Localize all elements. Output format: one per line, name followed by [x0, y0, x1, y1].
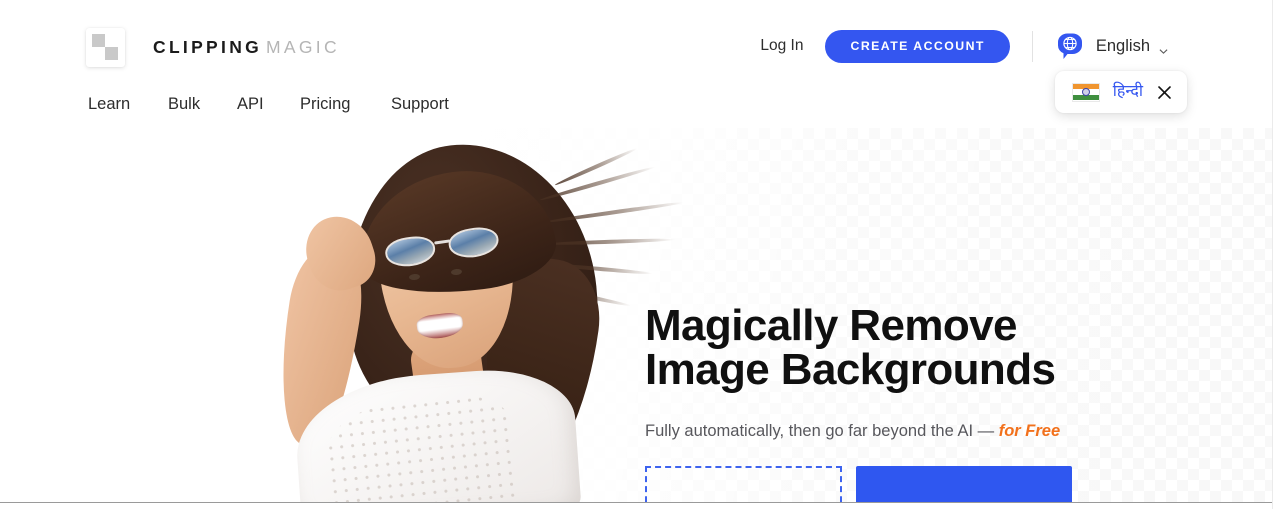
brand-logo[interactable]: CLIPPING MAGIC: [86, 28, 340, 67]
nav-item-learn[interactable]: Learn: [88, 93, 168, 115]
nav-item-pricing[interactable]: Pricing: [300, 93, 391, 115]
nav-item-api[interactable]: API: [237, 93, 300, 115]
nav-item-support[interactable]: Support: [391, 93, 449, 115]
brand-name-secondary: MAGIC: [266, 36, 340, 57]
clipping-magic-landing-page: Magically Remove Image Backgrounds Fully…: [0, 0, 1280, 509]
vertical-scrollbar[interactable]: [1272, 0, 1280, 509]
india-flag-icon: [1071, 82, 1100, 102]
page-bottom-fill: [0, 503, 1280, 509]
chevron-down-icon: [1159, 43, 1168, 54]
sunglasses-lens-left: [383, 233, 438, 270]
page-title: Magically Remove Image Backgrounds: [645, 301, 1056, 394]
create-account-button[interactable]: CREATE ACCOUNT: [825, 29, 1010, 63]
sunglasses-lens-right: [446, 224, 501, 261]
hero-subtitle: Fully automatically, then go far beyond …: [645, 420, 1165, 442]
hero-subtitle-highlight: for Free: [998, 422, 1061, 440]
nav-item-bulk[interactable]: Bulk: [168, 93, 237, 115]
logo-square-top-left: [92, 34, 105, 47]
globe-speech-bubble-icon: [1055, 32, 1085, 61]
login-link[interactable]: Log In: [760, 37, 803, 55]
brand-name-primary: CLIPPING: [153, 36, 263, 57]
language-option-hindi[interactable]: हिन्दी: [1113, 84, 1143, 100]
language-label: English: [1095, 36, 1150, 55]
header-divider: [1031, 30, 1033, 62]
language-suggestion-popup[interactable]: हिन्दी: [1054, 71, 1187, 113]
checkerboard-logo-icon: [86, 28, 125, 67]
upload-image-button[interactable]: UPLOAD IMAGE: [856, 466, 1072, 502]
hero-actions: DRAG IMAGE HERE UPLOAD IMAGE: [645, 466, 1072, 502]
hero-section: Magically Remove Image Backgrounds Fully…: [0, 128, 1272, 502]
ashoka-chakra-icon: [1081, 88, 1090, 96]
logo-square-bottom-right: [105, 47, 118, 60]
main-navigation: Learn Bulk API Pricing Support: [88, 93, 449, 115]
hero-model-image: [255, 131, 684, 502]
brand-name: CLIPPING MAGIC: [153, 36, 340, 57]
header-actions: Log In CREATE ACCOUNT English: [760, 29, 1168, 63]
hero-copy: Magically Remove Image Backgrounds Fully…: [645, 304, 1165, 442]
hero-subtitle-prefix: Fully automatically, then go far beyond …: [645, 422, 999, 440]
close-icon[interactable]: [1157, 85, 1172, 100]
drag-image-dropzone[interactable]: DRAG IMAGE HERE: [645, 466, 842, 502]
language-selector[interactable]: English: [1055, 32, 1168, 61]
